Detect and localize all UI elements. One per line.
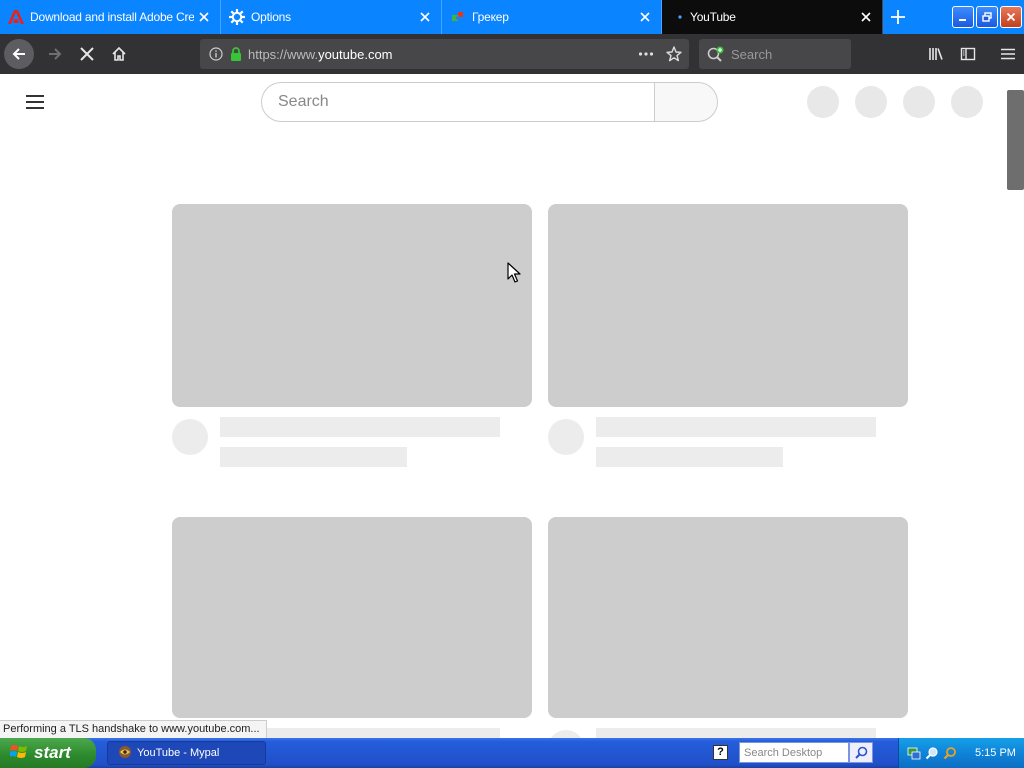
clock[interactable]: 5:15 PM [975, 747, 1016, 759]
system-tray: 5:15 PM [898, 738, 1024, 768]
tab-label: Грекер [472, 10, 509, 24]
network-tray-icon[interactable] [907, 746, 921, 760]
url-bar[interactable]: https://www.youtube.com [200, 39, 689, 69]
guide-menu-button[interactable] [22, 90, 50, 114]
restore-icon [982, 12, 992, 22]
close-icon[interactable] [415, 7, 435, 27]
menu-button[interactable] [992, 38, 1024, 70]
magnifier-icon [854, 746, 867, 759]
help-icon[interactable]: ? [713, 745, 728, 760]
info-icon[interactable] [209, 47, 223, 61]
scrollbar-thumb[interactable] [1007, 90, 1024, 190]
start-button[interactable]: start [0, 738, 96, 768]
navigation-toolbar: https://www.youtube.com [0, 34, 1024, 74]
title-line-skeleton [220, 417, 500, 437]
header-placeholder-circle [855, 86, 887, 118]
youtube-search-input[interactable] [261, 82, 655, 122]
arrow-left-icon [12, 48, 25, 60]
window-controls [950, 0, 1024, 34]
search-engine-icon[interactable] [707, 46, 725, 62]
sidebar-icon [960, 47, 976, 61]
puzzle-icon [450, 9, 466, 25]
status-bar-text: Performing a TLS handshake to www.youtub… [0, 720, 267, 738]
taskbar-item-youtube[interactable]: YouTube - Mypal [107, 741, 266, 765]
back-button[interactable] [4, 39, 34, 69]
hamburger-menu-icon [1001, 48, 1015, 60]
close-icon[interactable] [635, 7, 655, 27]
video-thumbnail-skeleton [172, 517, 532, 718]
video-thumbnail-skeleton [172, 204, 532, 407]
channel-avatar-skeleton [548, 730, 584, 738]
adobe-icon [8, 9, 24, 25]
url-text[interactable]: https://www.youtube.com [248, 47, 393, 62]
tab-bar: Download and install Adobe Creat Options… [0, 0, 1024, 34]
bookmark-star-icon[interactable] [666, 46, 682, 62]
video-thumbnail-skeleton [548, 204, 908, 407]
plus-icon [891, 10, 905, 24]
arrow-right-icon [49, 48, 62, 60]
browser-search-input[interactable] [731, 46, 841, 62]
header-placeholder-circle [807, 86, 839, 118]
desktop-search-button[interactable] [849, 742, 873, 763]
desktop-search-input[interactable] [739, 742, 849, 763]
tab-label: YouTube [690, 10, 736, 24]
channel-avatar-skeleton [172, 419, 208, 455]
library-button[interactable] [920, 38, 952, 70]
home-icon [112, 46, 126, 61]
restore-button[interactable] [976, 6, 998, 28]
stop-x-icon [80, 47, 94, 61]
video-thumbnail-skeleton [548, 517, 908, 718]
page-actions-icon[interactable] [638, 47, 654, 61]
forward-button[interactable] [39, 38, 71, 70]
minimize-button[interactable] [952, 6, 974, 28]
meta-line-skeleton [220, 447, 407, 467]
search-tray-icon[interactable] [925, 746, 939, 760]
toolbar-right [920, 38, 1024, 70]
start-label: start [34, 743, 71, 762]
title-line-skeleton [596, 417, 876, 437]
tab-label: Download and install Adobe Creat [30, 10, 194, 24]
magnifier-tray-icon[interactable] [943, 746, 957, 760]
tab-greker[interactable]: Грекер [442, 0, 662, 34]
mouse-cursor-icon [507, 262, 521, 283]
page-content [0, 74, 1024, 738]
windows-taskbar: start YouTube - Mypal ? 5:15 PM [0, 738, 1024, 768]
minimize-icon [959, 19, 966, 21]
tab-adobe[interactable]: Download and install Adobe Creat [0, 0, 221, 34]
close-icon [1006, 12, 1016, 22]
tab-options[interactable]: Options [221, 0, 442, 34]
tab-youtube[interactable]: YouTube [662, 0, 883, 34]
url-prefix: https://www. [248, 46, 319, 62]
tab-label: Options [251, 10, 291, 24]
windows-flag-icon [9, 743, 28, 764]
browser-search-bar[interactable] [699, 39, 851, 69]
url-host: youtube.com [318, 46, 393, 62]
channel-avatar-skeleton [548, 419, 584, 455]
sidebar-button[interactable] [952, 38, 984, 70]
close-icon[interactable] [856, 7, 876, 27]
title-line-skeleton [596, 728, 876, 738]
stop-button[interactable] [71, 38, 103, 70]
new-tab-button[interactable] [883, 0, 913, 34]
window-close-button[interactable] [1000, 6, 1022, 28]
menu-line [26, 107, 44, 109]
menu-line [26, 95, 44, 97]
taskbar-item-label: YouTube - Mypal [137, 747, 220, 759]
gear-icon [229, 9, 245, 25]
header-placeholder-circle [903, 86, 935, 118]
youtube-search-button[interactable] [654, 82, 718, 122]
mypal-browser-icon [118, 745, 132, 762]
meta-line-skeleton [596, 447, 783, 467]
menu-line [26, 101, 44, 103]
close-icon[interactable] [194, 7, 214, 27]
home-button[interactable] [103, 38, 135, 70]
header-placeholder-circle [951, 86, 983, 118]
library-icon [929, 48, 943, 60]
lock-icon [230, 47, 242, 61]
loading-dot-icon [676, 9, 684, 25]
